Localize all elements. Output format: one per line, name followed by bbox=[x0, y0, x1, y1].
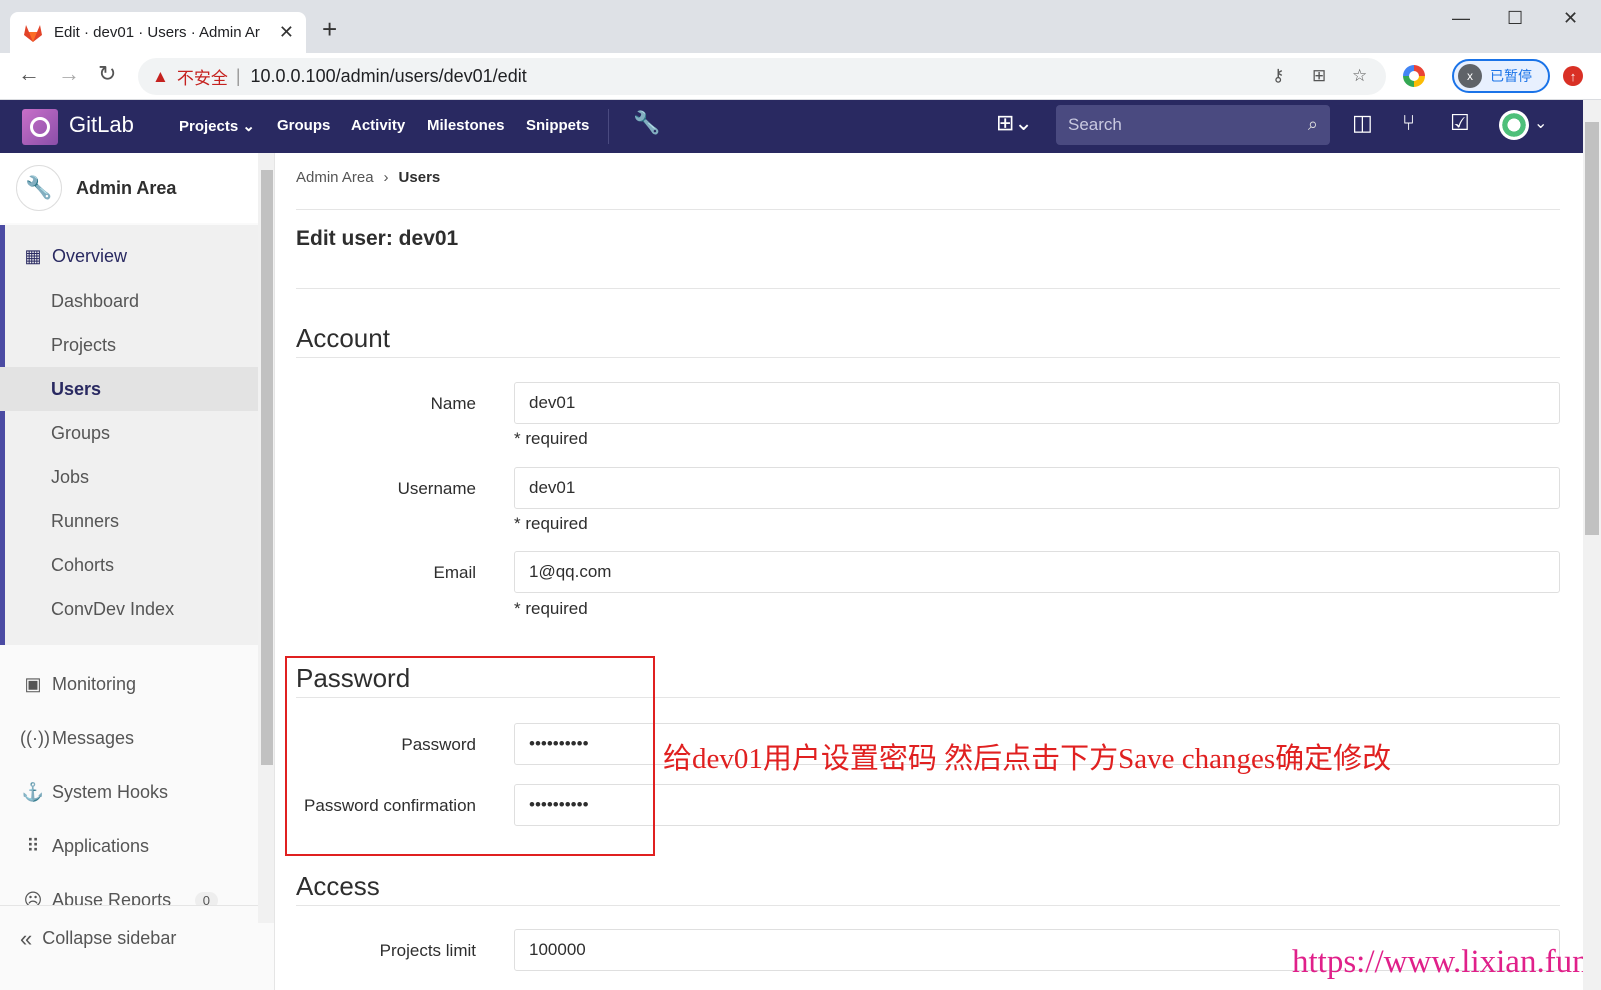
star-icon[interactable]: ☆ bbox=[1352, 66, 1367, 86]
avatar-chevron-icon[interactable]: ⌄ bbox=[1534, 116, 1547, 132]
nav-milestones[interactable]: Milestones bbox=[427, 117, 505, 134]
main-content: Admin Area › Users Edit user: dev01 Acco… bbox=[296, 153, 1560, 990]
grid-icon: ▦ bbox=[24, 245, 42, 266]
highlight-box bbox=[285, 656, 655, 856]
page-title: Edit user: dev01 bbox=[296, 227, 459, 250]
wrench-icon: 🔧 bbox=[16, 165, 62, 211]
sidebar-scroll-thumb[interactable] bbox=[261, 170, 273, 765]
chevron-down-icon: ⌄ bbox=[242, 118, 255, 135]
profile-status: 已暂停 bbox=[1490, 68, 1532, 84]
sidebar-item-overview[interactable]: ▦ Overview bbox=[0, 234, 258, 278]
page-scroll-thumb[interactable] bbox=[1585, 122, 1599, 535]
brand-name[interactable]: GitLab bbox=[69, 112, 134, 138]
sidebar-item-dashboard[interactable]: Dashboard bbox=[0, 279, 258, 323]
monitor-icon: ▣ bbox=[24, 673, 42, 694]
broadcast-icon: ((·)) bbox=[20, 727, 50, 748]
sidebar-item-convdev-index[interactable]: ConvDev Index bbox=[0, 587, 258, 631]
divider bbox=[296, 288, 1560, 289]
divider bbox=[296, 209, 1560, 210]
nav-groups[interactable]: Groups bbox=[277, 117, 330, 134]
breadcrumb-admin-area[interactable]: Admin Area bbox=[296, 169, 374, 186]
user-avatar[interactable] bbox=[1499, 110, 1529, 140]
required-hint: * required bbox=[514, 514, 588, 533]
tab-title: Edit · dev01 · Users · Admin Ar bbox=[54, 24, 260, 41]
merge-requests-icon[interactable]: ⑂ bbox=[1402, 112, 1415, 134]
search-input[interactable] bbox=[1068, 115, 1288, 135]
watermark: https://www.lixian.fun bbox=[1292, 944, 1589, 980]
browser-toolbar: ← → ↻ ▲ 不安全 | 10.0.0.100/admin/users/dev… bbox=[0, 53, 1601, 100]
url-text[interactable]: 10.0.0.100/admin/users/dev01/edit bbox=[251, 66, 527, 87]
forward-icon[interactable]: → bbox=[58, 63, 80, 85]
name-label: Name bbox=[430, 394, 476, 413]
search-box[interactable]: ⌕ bbox=[1056, 105, 1330, 145]
minimize-icon[interactable]: — bbox=[1452, 8, 1470, 29]
sidebar-item-applications[interactable]: ⠿ Applications bbox=[0, 824, 258, 868]
insecure-label: 不安全 bbox=[176, 69, 228, 88]
sidebar-item-messages[interactable]: ((·)) Messages bbox=[0, 716, 258, 760]
grid-icon: ⠿ bbox=[26, 835, 40, 856]
nav-projects[interactable]: Projects ⌄ bbox=[179, 117, 255, 135]
close-window-icon[interactable]: ✕ bbox=[1563, 8, 1578, 29]
account-heading: Account bbox=[296, 323, 390, 353]
sidebar-item-groups[interactable]: Groups bbox=[0, 411, 258, 455]
sidebar-item-monitoring[interactable]: ▣ Monitoring bbox=[0, 662, 258, 706]
reload-icon[interactable]: ↻ bbox=[98, 63, 116, 85]
sidebar-item-projects[interactable]: Projects bbox=[0, 323, 258, 367]
required-hint: * required bbox=[514, 429, 588, 448]
url-separator: | bbox=[235, 66, 241, 86]
address-bar[interactable]: ▲ 不安全 | 10.0.0.100/admin/users/dev01/edi… bbox=[138, 58, 1386, 95]
email-label: Email bbox=[433, 563, 476, 582]
sidebar-header[interactable]: 🔧 Admin Area bbox=[0, 153, 258, 223]
new-tab-icon[interactable]: + bbox=[322, 16, 337, 42]
double-chevron-left-icon: « bbox=[20, 925, 33, 951]
browser-tabstrip: Edit · dev01 · Users · Admin Ar ✕ + — ☐ … bbox=[0, 0, 1601, 53]
sidebar-item-runners[interactable]: Runners bbox=[0, 499, 258, 543]
username-field[interactable] bbox=[514, 467, 1560, 509]
search-icon[interactable]: ⌕ bbox=[1308, 114, 1318, 135]
chevron-right-icon: › bbox=[383, 169, 389, 186]
collapse-sidebar-button[interactable]: « Collapse sidebar bbox=[0, 905, 258, 971]
maximize-icon[interactable]: ☐ bbox=[1507, 8, 1523, 29]
todos-icon[interactable]: ☑ bbox=[1450, 112, 1470, 134]
gitlab-logo-icon[interactable] bbox=[22, 109, 58, 145]
profile-avatar: x bbox=[1458, 64, 1482, 88]
wrench-icon[interactable]: 🔧 bbox=[633, 112, 660, 134]
admin-sidebar: 🔧 Admin Area ▦ Overview Dashboard Projec… bbox=[0, 153, 275, 990]
update-icon[interactable]: ↑ bbox=[1563, 66, 1583, 86]
divider bbox=[296, 357, 1560, 358]
name-field[interactable] bbox=[514, 382, 1560, 424]
new-item-icon[interactable]: ⊞⌄ bbox=[996, 112, 1033, 134]
browser-tab[interactable]: Edit · dev01 · Users · Admin Ar ✕ bbox=[10, 12, 306, 53]
breadcrumb-users[interactable]: Users bbox=[399, 169, 441, 186]
nav-divider bbox=[608, 109, 609, 144]
email-field[interactable] bbox=[514, 551, 1560, 593]
gitlab-navbar: GitLab Projects ⌄ Groups Activity Milest… bbox=[0, 100, 1601, 153]
translate-icon[interactable]: ⊞ bbox=[1312, 66, 1326, 86]
sidebar-item-jobs[interactable]: Jobs bbox=[0, 455, 258, 499]
access-heading: Access bbox=[296, 871, 380, 901]
projects-limit-label: Projects limit bbox=[379, 941, 476, 960]
username-label: Username bbox=[397, 479, 476, 498]
nav-snippets[interactable]: Snippets bbox=[526, 117, 589, 134]
key-icon[interactable]: ⚷ bbox=[1272, 66, 1284, 86]
back-icon[interactable]: ← bbox=[18, 63, 40, 85]
required-hint: * required bbox=[514, 599, 588, 618]
divider bbox=[296, 905, 1560, 906]
issues-icon[interactable]: ◫ bbox=[1352, 112, 1373, 134]
hook-icon: ⚓ bbox=[21, 781, 45, 802]
close-tab-icon[interactable]: ✕ bbox=[279, 22, 294, 43]
nav-activity[interactable]: Activity bbox=[351, 117, 405, 134]
breadcrumb: Admin Area › Users bbox=[296, 169, 440, 186]
warning-icon: ▲ bbox=[152, 66, 169, 86]
password-confirmation-field[interactable] bbox=[514, 784, 1560, 826]
profile-button[interactable]: x 已暂停 bbox=[1452, 59, 1550, 93]
sidebar-item-system-hooks[interactable]: ⚓ System Hooks bbox=[0, 770, 258, 814]
sidebar-item-cohorts[interactable]: Cohorts bbox=[0, 543, 258, 587]
annotation-text: 给dev01用户设置密码 然后点击下方Save changes确定修改 bbox=[663, 743, 1392, 775]
extension-icon[interactable] bbox=[1403, 65, 1425, 87]
gitlab-fox-icon bbox=[24, 24, 42, 42]
sidebar-item-users[interactable]: Users bbox=[0, 367, 258, 411]
sidebar-title: Admin Area bbox=[76, 177, 177, 198]
